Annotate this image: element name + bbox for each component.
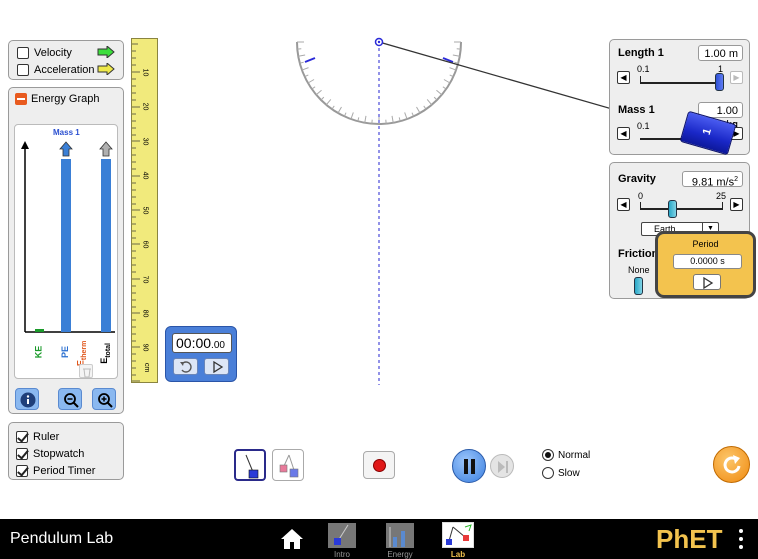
energy-bars-icon	[389, 527, 405, 547]
protractor-tick	[391, 115, 394, 123]
speed-normal-radio[interactable]: Normal	[542, 449, 590, 461]
friction-label: Friction	[618, 248, 659, 260]
speed-slow-label: Slow	[558, 467, 580, 479]
tab-energy-label: Energy	[387, 550, 413, 559]
speed-slow-radio[interactable]: Slow	[542, 467, 580, 479]
protractor-tick	[452, 54, 460, 57]
friction-slider-thumb[interactable]	[634, 277, 643, 295]
tab-lab[interactable]: Lab	[440, 521, 476, 559]
reset-all-button[interactable]	[713, 446, 750, 483]
mass-decrement-button[interactable]: ◀	[617, 127, 630, 140]
kebab-menu-icon[interactable]	[737, 529, 745, 551]
length-slider-thumb[interactable]	[715, 73, 724, 91]
single-pendulum-icon	[245, 454, 259, 479]
length-label: Length 1	[618, 47, 664, 59]
home-icon	[281, 529, 303, 549]
gravity-max-label: 25	[716, 191, 727, 201]
protractor-tick	[311, 86, 316, 90]
phet-logo[interactable]: PhET	[656, 524, 722, 554]
speed-normal-label: Normal	[558, 449, 591, 461]
gravity-tick-max	[722, 202, 723, 208]
protractor-tick	[301, 67, 309, 71]
protractor-tick	[307, 79, 315, 84]
tab-intro-label: Intro	[333, 550, 350, 559]
one-pendulum-button[interactable]	[234, 449, 266, 481]
pause-button[interactable]	[452, 449, 486, 483]
protractor-tick	[443, 79, 451, 84]
tab-energy-thumbnail	[386, 523, 414, 548]
period-timer-value: 0.0000 s	[673, 254, 742, 269]
gravity-tick-min	[640, 202, 641, 208]
protractor-tick	[404, 112, 408, 120]
protractor-tick	[436, 89, 443, 96]
protractor-tick	[315, 89, 322, 96]
record-icon	[373, 459, 386, 472]
length-decrement-button[interactable]: ◀	[617, 71, 630, 84]
period-timer[interactable]: Period 0.0000 s	[655, 231, 756, 298]
protractor-tick	[325, 99, 332, 106]
radio-slow-circle[interactable]	[542, 467, 554, 479]
gravity-value-sup: 2	[734, 176, 738, 183]
mass-min-label: 0.1	[637, 121, 650, 131]
gravity-value: 9.81 m/s2	[682, 171, 743, 189]
gravity-label: Gravity	[618, 173, 656, 185]
gravity-value-text: 9.81 m/s	[691, 176, 735, 189]
protractor-tick	[298, 54, 306, 57]
tab-lab-thumbnail	[442, 522, 474, 548]
phet-logo-text: PhET	[656, 524, 723, 554]
record-button[interactable]	[363, 451, 395, 479]
protractor-tick	[337, 106, 342, 114]
protractor-tick	[416, 106, 421, 114]
gravity-increment-button[interactable]: ▶	[730, 198, 743, 211]
lab-pendulums-icon	[446, 524, 472, 545]
friction-min-label: None	[628, 265, 650, 275]
gravity-decrement-button[interactable]: ◀	[617, 198, 630, 211]
period-timer-play-button[interactable]	[693, 274, 721, 290]
step-button[interactable]	[490, 454, 514, 478]
max-angle-marker-left	[304, 57, 316, 63]
intro-pendulum-icon	[334, 524, 349, 545]
protractor-tick	[364, 115, 367, 123]
protractor-tick	[442, 86, 447, 90]
tab-energy[interactable]: Energy	[380, 521, 420, 559]
navigation-bar: Pendulum Lab Intro Energy Lab PhET	[0, 519, 758, 559]
protractor-tick	[433, 96, 438, 101]
gravity-min-label: 0	[638, 191, 644, 201]
length-increment-button[interactable]: ▶	[730, 71, 743, 84]
radio-normal-circle[interactable]	[542, 449, 554, 461]
two-pendulums-button[interactable]	[272, 449, 304, 481]
gravity-slider-thumb[interactable]	[668, 200, 677, 218]
app-title: Pendulum Lab	[10, 530, 114, 547]
pendulum-bob-number: 1	[700, 127, 714, 137]
gravity-slider-track[interactable]	[640, 208, 723, 210]
protractor-tick	[331, 105, 335, 110]
protractor-tick	[426, 99, 433, 106]
length-slider-track[interactable]	[640, 82, 723, 84]
reset-icon	[723, 455, 741, 474]
step-forward-icon	[498, 461, 508, 473]
length-value: 1.00 m	[698, 45, 743, 61]
protractor-tick	[350, 112, 354, 120]
play-icon	[703, 277, 714, 289]
tab-intro-thumbnail	[328, 523, 356, 548]
length-tick-min	[640, 76, 641, 82]
period-timer-title: Period	[692, 239, 719, 249]
double-pendulum-icon	[279, 454, 299, 478]
tab-lab-label: Lab	[450, 550, 466, 559]
tab-intro[interactable]: Intro	[324, 521, 360, 559]
protractor-tick	[449, 67, 457, 71]
home-button[interactable]	[279, 527, 305, 551]
mass-label: Mass 1	[618, 104, 655, 116]
protractor-tick	[320, 96, 325, 101]
length-min-label: 0.1	[637, 64, 650, 74]
protractor-tick	[423, 105, 427, 110]
pause-icon	[464, 459, 468, 474]
